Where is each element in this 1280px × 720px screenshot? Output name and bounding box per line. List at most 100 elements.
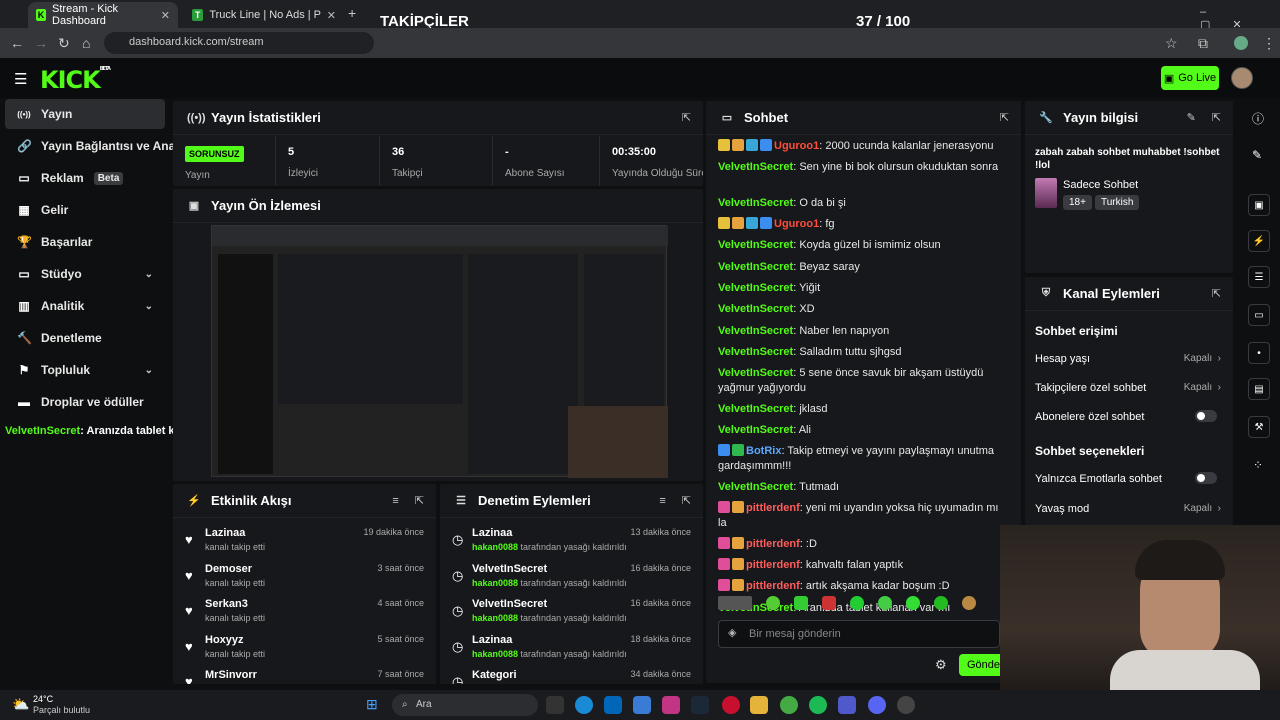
chat-username[interactable]: pittlerdenf <box>746 538 800 550</box>
emote-icon[interactable] <box>878 596 892 610</box>
category-thumbnail[interactable] <box>1035 178 1057 208</box>
emote-icon[interactable] <box>794 596 808 610</box>
back-icon[interactable]: ← <box>10 35 24 51</box>
go-live-button[interactable]: ▣ Go Live <box>1161 66 1219 90</box>
emote-icon[interactable] <box>906 596 920 610</box>
activity-row[interactable]: ♥ Serkan3 kanalı takip etti 4 saat önce <box>173 593 436 629</box>
chat-input[interactable]: Bir mesaj gönderin <box>718 620 1000 648</box>
taskbar-search[interactable]: ⌕ Ara <box>392 694 538 716</box>
wrench-icon[interactable]: ⚒ <box>1248 416 1270 438</box>
chat-username[interactable]: VelvetInSecret <box>718 424 793 436</box>
sidebar-item-8[interactable]: ⚑ Topluluk ⌄ <box>5 355 165 385</box>
info-icon[interactable]: ⓘ <box>1252 110 1264 127</box>
sidebar-item-1[interactable]: 🔗 Yayın Bağlantısı ve Anahtarı <box>5 131 201 161</box>
sidebar-item-5[interactable]: ▭ Stüdyo ⌄ <box>5 259 165 289</box>
teams-icon[interactable] <box>838 696 856 714</box>
tab-truck-line[interactable]: T Truck Line | No Ads | Play At Fri ✕ <box>184 2 344 28</box>
stats-icon[interactable]: ▤ <box>1248 378 1270 400</box>
mod-row[interactable]: ◷ VelvetInSecret hakan0088 tarafından yasa… <box>440 593 703 629</box>
sidebar-item-4[interactable]: 🏆 Başarılar <box>5 227 165 257</box>
activity-row[interactable]: ♥MrSinvorrkanalı takip etti7 saat önce <box>173 664 436 684</box>
gear-icon[interactable]: ⚙ <box>935 657 947 673</box>
edge-icon[interactable] <box>575 696 593 714</box>
chrome-icon[interactable] <box>780 696 798 714</box>
category-name[interactable]: Sadece Sohbet <box>1063 179 1138 191</box>
task-view-icon[interactable] <box>546 696 564 714</box>
emote-only-toggle[interactable] <box>1195 472 1217 484</box>
filter-icon[interactable]: ≡ <box>392 495 398 507</box>
chat-username[interactable]: pittlerdenf <box>746 502 800 514</box>
kick-logo[interactable]: KICKBETA <box>40 66 111 94</box>
chat-username[interactable]: VelvetInSecret <box>718 197 793 209</box>
chat-username[interactable]: BotRix <box>746 445 781 457</box>
reload-icon[interactable]: ↻ <box>58 35 70 52</box>
spotify-icon[interactable] <box>809 696 827 714</box>
lightning-icon[interactable]: ⚡ <box>1248 230 1270 252</box>
obs-icon[interactable] <box>897 696 915 714</box>
setting-account-age[interactable]: Hesap yaşı Kapalı › <box>1035 353 1221 365</box>
steam-icon[interactable] <box>691 696 709 714</box>
shield-icon[interactable]: ◈ <box>728 626 736 639</box>
broadcast-icon[interactable]: • <box>1248 342 1270 364</box>
avatar[interactable] <box>1231 67 1253 89</box>
chat-username[interactable]: VelvetInSecret <box>718 403 793 415</box>
extensions-icon[interactable]: ⧉ <box>1198 35 1208 52</box>
sidebar-item-9[interactable]: ▬ Droplar ve ödüller <box>5 387 165 417</box>
sidebar-item-7[interactable]: 🔨 Denetleme <box>5 323 165 353</box>
chat-username[interactable]: VelvetInSecret <box>718 481 793 493</box>
chat-username[interactable]: VelvetInSecret <box>718 261 793 273</box>
sidebar-item-6[interactable]: ▥ Analitik ⌄ <box>5 291 165 321</box>
menu-kebab-icon[interactable]: ⋮ <box>1262 35 1276 52</box>
activity-row[interactable]: ♥ Demoser kanalı takip etti 3 saat önce <box>173 558 436 594</box>
popout-icon[interactable]: ⇱ <box>1000 111 1009 124</box>
store-icon[interactable] <box>604 696 622 714</box>
apps-icon[interactable]: ⁘ <box>1253 458 1263 472</box>
mod-row[interactable]: ◷ Lazinaa hakan0088 tarafından yasağı kald… <box>440 522 703 558</box>
emote-icon[interactable] <box>962 596 976 610</box>
setting-slow-mode[interactable]: Yavaş mod Kapalı › <box>1035 503 1221 515</box>
popout-icon[interactable]: ⇱ <box>415 494 424 507</box>
chevron-down-icon[interactable]: ⌄ <box>145 365 153 376</box>
popout-icon[interactable]: ⇱ <box>1212 111 1221 124</box>
discord-icon[interactable] <box>868 696 886 714</box>
popout-icon[interactable]: ⇱ <box>682 494 691 507</box>
chat-username[interactable]: VelvetInSecret <box>718 239 793 251</box>
filter-icon[interactable]: ≡ <box>659 495 665 507</box>
chevron-down-icon[interactable]: ⌄ <box>145 269 153 280</box>
chat-username[interactable]: VelvetInSecret <box>718 325 793 337</box>
chat-username[interactable]: Uguroo1 <box>774 140 819 152</box>
chat-username[interactable]: VelvetInSecret <box>718 367 793 379</box>
close-tab-icon[interactable]: ✕ <box>161 9 170 22</box>
bookmark-star-icon[interactable]: ☆ <box>1165 35 1178 52</box>
emote-icon[interactable] <box>718 596 752 610</box>
emote-icon[interactable] <box>850 596 864 610</box>
popout-icon[interactable]: ⇱ <box>682 111 691 124</box>
mod-row[interactable]: ◷ Kategori 34 dakika önce <box>440 664 703 684</box>
close-tab-icon[interactable]: ✕ <box>327 9 336 22</box>
emote-icon[interactable] <box>934 596 948 610</box>
chat-username[interactable]: pittlerdenf <box>746 559 800 571</box>
url-field[interactable]: dashboard.kick.com/stream <box>104 32 374 54</box>
new-tab-icon[interactable]: + <box>348 5 356 21</box>
sidebar-item-2[interactable]: ▭ Reklam Beta <box>5 163 165 193</box>
chat-bubble-icon[interactable]: ▭ <box>1248 304 1270 326</box>
forward-icon[interactable]: → <box>34 35 48 51</box>
outlook-icon[interactable] <box>633 696 651 714</box>
sidebar-item-0[interactable]: ((•)) Yayın <box>5 99 165 129</box>
chat-username[interactable]: pittlerdenf <box>746 580 800 592</box>
stream-preview-video[interactable] <box>211 225 668 478</box>
chat-username[interactable]: VelvetInSecret <box>718 282 793 294</box>
chevron-down-icon[interactable]: ⌄ <box>145 301 153 312</box>
popout-icon[interactable]: ⇱ <box>1212 287 1221 300</box>
profile-icon[interactable] <box>1234 36 1248 50</box>
chat-username[interactable]: VelvetInSecret <box>718 303 793 315</box>
activity-row[interactable]: ♥ Hoxyyz kanalı takip etti 5 saat önce <box>173 629 436 665</box>
windows-start-icon[interactable]: ⊞ <box>366 696 378 713</box>
hamburger-menu-icon[interactable]: ☰ <box>14 70 27 88</box>
mod-row[interactable]: ◷ VelvetInSecret hakan0088 tarafından yasa… <box>440 558 703 594</box>
chat-username[interactable]: VelvetInSecret <box>718 346 793 358</box>
list-icon[interactable]: ☰ <box>1248 266 1270 288</box>
mod-row[interactable]: ◷ Lazinaa hakan0088 tarafından yasağı kald… <box>440 629 703 665</box>
chat-username[interactable]: Uguroo1 <box>774 218 819 230</box>
emote-icon[interactable] <box>766 596 780 610</box>
